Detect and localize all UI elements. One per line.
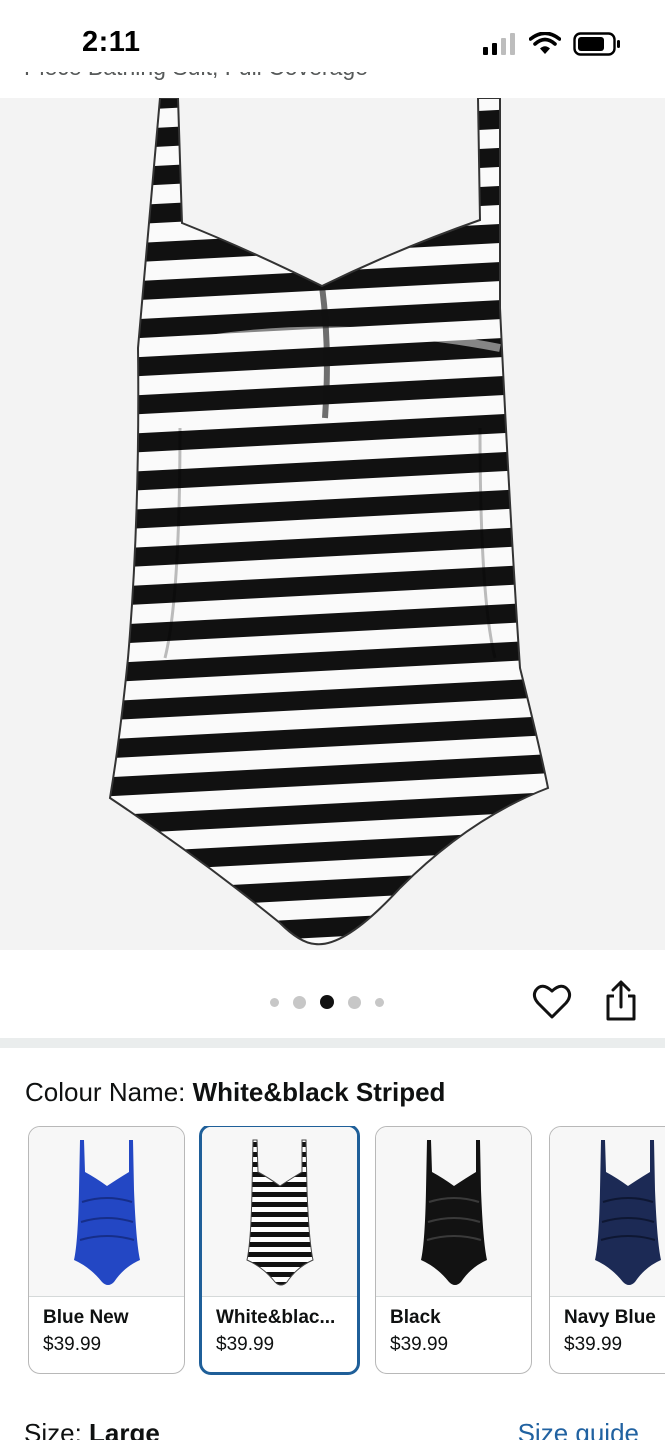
- swatch-price: $39.99: [43, 1334, 102, 1355]
- page-dot[interactable]: [348, 995, 361, 1009]
- page-dot[interactable]: [270, 997, 279, 1007]
- size-label-prefix: Size:: [24, 1418, 90, 1440]
- swatch-image: [202, 1127, 357, 1297]
- swatch-name: Blue New: [43, 1307, 129, 1328]
- heart-icon: [532, 984, 572, 1019]
- product-image-gallery[interactable]: [0, 98, 665, 950]
- swatch-image: [29, 1127, 184, 1297]
- wifi-icon: [529, 32, 561, 54]
- size-guide-link[interactable]: Size guide: [518, 1418, 639, 1440]
- colour-option-navy-blue[interactable]: Navy Blue $39.99: [549, 1126, 665, 1374]
- cellular-signal-icon: [483, 33, 515, 55]
- swimsuit-thumbnail: [245, 1139, 314, 1285]
- section-divider: [0, 1038, 665, 1048]
- swatch-image: [376, 1127, 531, 1297]
- colour-option-blue-new[interactable]: Blue New $39.99: [28, 1126, 185, 1374]
- colour-swatch-list: Blue New $39.99 White&blac... $39.99 Bla…: [28, 1126, 665, 1376]
- status-time: 2:11: [82, 26, 141, 58]
- share-button[interactable]: [602, 980, 640, 1022]
- swatch-image: [550, 1127, 665, 1297]
- colour-option-white-black-striped[interactable]: White&blac... $39.99: [199, 1126, 360, 1375]
- swatch-price: $39.99: [216, 1334, 275, 1355]
- share-icon: [606, 980, 636, 1021]
- product-image: [108, 98, 550, 946]
- swatch-name: Black: [390, 1307, 441, 1328]
- page-dot-active[interactable]: [320, 995, 334, 1009]
- size-label: Size: Large: [24, 1418, 160, 1440]
- swimsuit-thumbnail: [594, 1139, 661, 1285]
- swimsuit-thumbnail: [73, 1139, 140, 1285]
- size-selected-value: Large: [89, 1418, 160, 1440]
- colour-option-black[interactable]: Black $39.99: [375, 1126, 532, 1374]
- colour-label-prefix: Colour Name:: [25, 1077, 193, 1107]
- swatch-name: Navy Blue: [564, 1307, 656, 1328]
- add-to-wishlist-button[interactable]: [532, 982, 572, 1022]
- colour-selected-value: White&black Striped: [192, 1077, 446, 1107]
- swimsuit-thumbnail: [420, 1139, 487, 1285]
- battery-icon: [573, 32, 620, 56]
- swatch-price: $39.99: [390, 1334, 449, 1355]
- page-dot[interactable]: [293, 995, 306, 1009]
- status-icons: [483, 32, 621, 56]
- colour-name-label: Colour Name: White&black Striped: [25, 1077, 445, 1108]
- page-dot[interactable]: [375, 997, 384, 1007]
- status-bar: 2:11: [0, 0, 665, 72]
- swatch-price: $39.99: [564, 1334, 623, 1355]
- gallery-page-indicator[interactable]: [270, 995, 398, 1009]
- swatch-name: White&blac...: [216, 1307, 336, 1328]
